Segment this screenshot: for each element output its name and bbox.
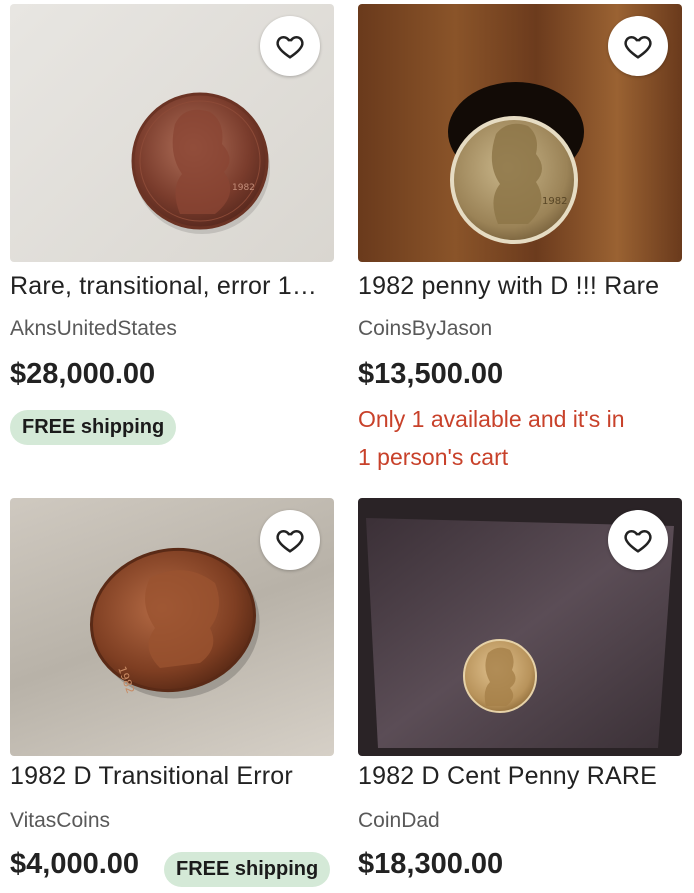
listing-title[interactable]: 1982 penny with D !!! Rare [358,272,682,301]
shop-name: CoinDad [358,809,440,832]
price: $18,300.00 [358,848,504,880]
favorite-button[interactable] [608,16,668,76]
favorite-button[interactable] [260,16,320,76]
heart-outline-icon [624,529,652,553]
listing-image[interactable]: 1982 [358,4,682,262]
free-shipping-badge: FREE shipping [10,410,177,445]
cart-alert-line-2: 1 person's cart [358,444,509,470]
listing-image[interactable]: 1982 [10,4,334,262]
heart-outline-icon [624,35,652,59]
favorite-button[interactable] [608,510,668,570]
heart-outline-icon [276,35,304,59]
listing-image[interactable]: 1982 [10,498,334,756]
svg-text:1982: 1982 [232,183,255,193]
price: $28,000.00 [10,358,156,390]
favorite-button[interactable] [260,510,320,570]
shop-name: CoinsByJason [358,317,493,340]
listing-title[interactable]: 1982 D Cent Penny RARE [358,762,682,791]
heart-outline-icon [276,529,304,553]
free-shipping-badge: FREE shipping [164,852,331,887]
shop-name: AknsUnitedStates [10,317,177,340]
shop-name: VitasCoins [10,809,110,832]
price: $4,000.00 [10,848,140,880]
listing-title[interactable]: 1982 D Transitional Error [10,762,334,791]
listing-image[interactable] [358,498,682,756]
listing-title[interactable]: Rare, transitional, error 1… [10,272,334,301]
price: $13,500.00 [358,358,504,390]
cart-alert-line-1: Only 1 available and it's in [358,406,625,432]
svg-text:1982: 1982 [542,196,567,207]
